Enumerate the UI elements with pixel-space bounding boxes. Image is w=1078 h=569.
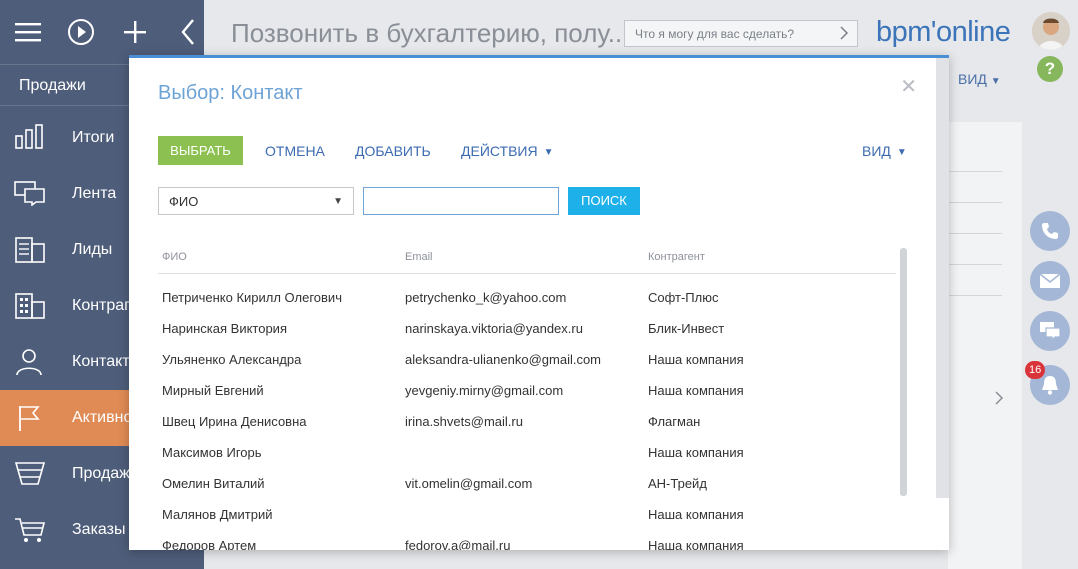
chat-icon[interactable] bbox=[1030, 311, 1070, 351]
table-row[interactable]: Федоров Артем fedorov.a@mail.ru Наша ком… bbox=[158, 528, 896, 550]
grid-header: ФИО Email Контрагент bbox=[158, 244, 896, 274]
cell-email: fedorov.a@mail.ru bbox=[405, 538, 511, 550]
cell-email: irina.shvets@mail.ru bbox=[405, 414, 523, 429]
dialog-scrollbar[interactable] bbox=[936, 58, 949, 498]
cell-account: Софт-Плюс bbox=[648, 290, 719, 305]
cancel-button[interactable]: ОТМЕНА bbox=[265, 143, 325, 159]
table-row[interactable]: Швец Ирина Денисовна irina.shvets@mail.r… bbox=[158, 404, 896, 435]
person-icon bbox=[14, 348, 46, 376]
close-icon[interactable]: ✕ bbox=[900, 74, 917, 99]
cart-icon bbox=[14, 516, 46, 544]
assistant-placeholder: Что я могу для вас сделать? bbox=[635, 27, 795, 41]
dialog-title: Выбор: Контакт bbox=[158, 82, 303, 104]
grid-scrollbar[interactable] bbox=[900, 248, 907, 496]
page-title: Позвонить в бухгалтерию, полу... bbox=[231, 18, 630, 48]
cell-account: АН-Трейд bbox=[648, 476, 707, 491]
cell-name: Швец Ирина Денисовна bbox=[162, 414, 307, 429]
building-icon bbox=[14, 292, 46, 320]
chart-icon bbox=[14, 124, 46, 152]
play-icon[interactable] bbox=[66, 16, 98, 48]
divider bbox=[948, 264, 1002, 265]
cell-name: Петриченко Кирилл Олегович bbox=[162, 290, 342, 305]
logo: bpm'online bbox=[876, 16, 1011, 48]
cell-account: Наша компания bbox=[648, 352, 744, 367]
chevron-right-icon[interactable] bbox=[994, 390, 1004, 411]
table-row[interactable]: Максимов Игорь Наша компания bbox=[158, 435, 896, 466]
leads-icon bbox=[14, 236, 46, 264]
cell-account: Наша компания bbox=[648, 538, 744, 550]
avatar[interactable] bbox=[1032, 12, 1070, 50]
cell-account: Наша компания bbox=[648, 383, 744, 398]
back-arrow-icon[interactable] bbox=[173, 16, 205, 48]
filter-field-select[interactable]: ФИО ▼ bbox=[158, 187, 354, 215]
sidebar-item-label: Заказы bbox=[72, 521, 126, 538]
view-menu-button[interactable]: ВИД ▼ bbox=[862, 143, 907, 159]
feed-icon bbox=[14, 180, 46, 208]
email-icon[interactable] bbox=[1030, 261, 1070, 301]
select-button[interactable]: ВЫБРАТЬ bbox=[158, 136, 243, 165]
contacts-grid: ФИО Email Контрагент Петриченко Кирилл О… bbox=[158, 244, 896, 550]
add-button[interactable]: ДОБАВИТЬ bbox=[355, 143, 431, 159]
sidebar-item-label: Итоги bbox=[72, 129, 115, 146]
plus-icon[interactable] bbox=[119, 16, 151, 48]
table-row[interactable]: Ульяненко Александра aleksandra-ulianenk… bbox=[158, 342, 896, 373]
cell-account: Блик-Инвест bbox=[648, 321, 725, 336]
sidebar-item-label: Лента bbox=[72, 185, 117, 202]
table-row[interactable]: Наринская Виктория narinskaya.viktoria@y… bbox=[158, 311, 896, 342]
divider bbox=[948, 233, 1002, 234]
phone-icon[interactable] bbox=[1030, 211, 1070, 251]
cell-name: Мирный Евгений bbox=[162, 383, 264, 398]
search-button[interactable]: ПОИСК bbox=[568, 187, 640, 215]
cell-name: Малянов Дмитрий bbox=[162, 507, 273, 522]
caret-down-icon: ▼ bbox=[333, 196, 343, 207]
cell-name: Ульяненко Александра bbox=[162, 352, 302, 367]
cell-account: Наша компания bbox=[648, 507, 744, 522]
cell-email: yevgeniy.mirny@gmail.com bbox=[405, 383, 564, 398]
cell-email: petrychenko_k@yahoo.com bbox=[405, 290, 567, 305]
background-panel bbox=[948, 122, 1022, 569]
cell-name: Омелин Виталий bbox=[162, 476, 265, 491]
table-row[interactable]: Петриченко Кирилл Олегович petrychenko_k… bbox=[158, 280, 896, 311]
cell-email: narinskaya.viktoria@yandex.ru bbox=[405, 321, 583, 336]
funnel-icon bbox=[14, 460, 46, 488]
menu-icon[interactable] bbox=[12, 16, 44, 48]
cell-name: Федоров Артем bbox=[162, 538, 257, 550]
chevron-right-icon[interactable] bbox=[839, 25, 849, 44]
column-header-email[interactable]: Email bbox=[405, 251, 433, 263]
table-row[interactable]: Мирный Евгений yevgeniy.mirny@gmail.com … bbox=[158, 373, 896, 404]
cell-name: Максимов Игорь bbox=[162, 445, 262, 460]
actions-menu-button[interactable]: ДЕЙСТВИЯ ▼ bbox=[461, 143, 554, 159]
notification-count-badge: 16 bbox=[1025, 361, 1046, 379]
divider bbox=[948, 202, 1002, 203]
divider bbox=[948, 295, 1002, 296]
contact-lookup-dialog: Выбор: Контакт ✕ ВЫБРАТЬ ОТМЕНА ДОБАВИТЬ… bbox=[129, 55, 949, 550]
sidebar-item-label: Лиды bbox=[72, 241, 113, 258]
cell-email: aleksandra-ulianenko@gmail.com bbox=[405, 352, 602, 367]
help-icon[interactable]: ? bbox=[1037, 56, 1063, 82]
table-row[interactable]: Омелин Виталий vit.omelin@gmail.com АН-Т… bbox=[158, 466, 896, 497]
assistant-search-field[interactable]: Что я могу для вас сделать? bbox=[624, 20, 858, 47]
table-row[interactable]: Малянов Дмитрий Наша компания bbox=[158, 497, 896, 528]
divider bbox=[948, 171, 1002, 172]
caret-down-icon: ▼ bbox=[896, 147, 907, 158]
grid-rows: Петриченко Кирилл Олегович petrychenko_k… bbox=[158, 274, 896, 550]
column-header-account[interactable]: Контрагент bbox=[648, 251, 705, 263]
caret-down-icon: ▼ bbox=[543, 147, 554, 158]
background-view-button[interactable]: ВИД ▼ bbox=[958, 71, 1001, 87]
cell-email: vit.omelin@gmail.com bbox=[405, 476, 533, 491]
column-header-name[interactable]: ФИО bbox=[162, 251, 187, 263]
cell-name: Наринская Виктория bbox=[162, 321, 287, 336]
cell-account: Флагман bbox=[648, 414, 701, 429]
search-input[interactable] bbox=[363, 187, 559, 215]
flag-icon bbox=[14, 404, 46, 432]
cell-account: Наша компания bbox=[648, 445, 744, 460]
